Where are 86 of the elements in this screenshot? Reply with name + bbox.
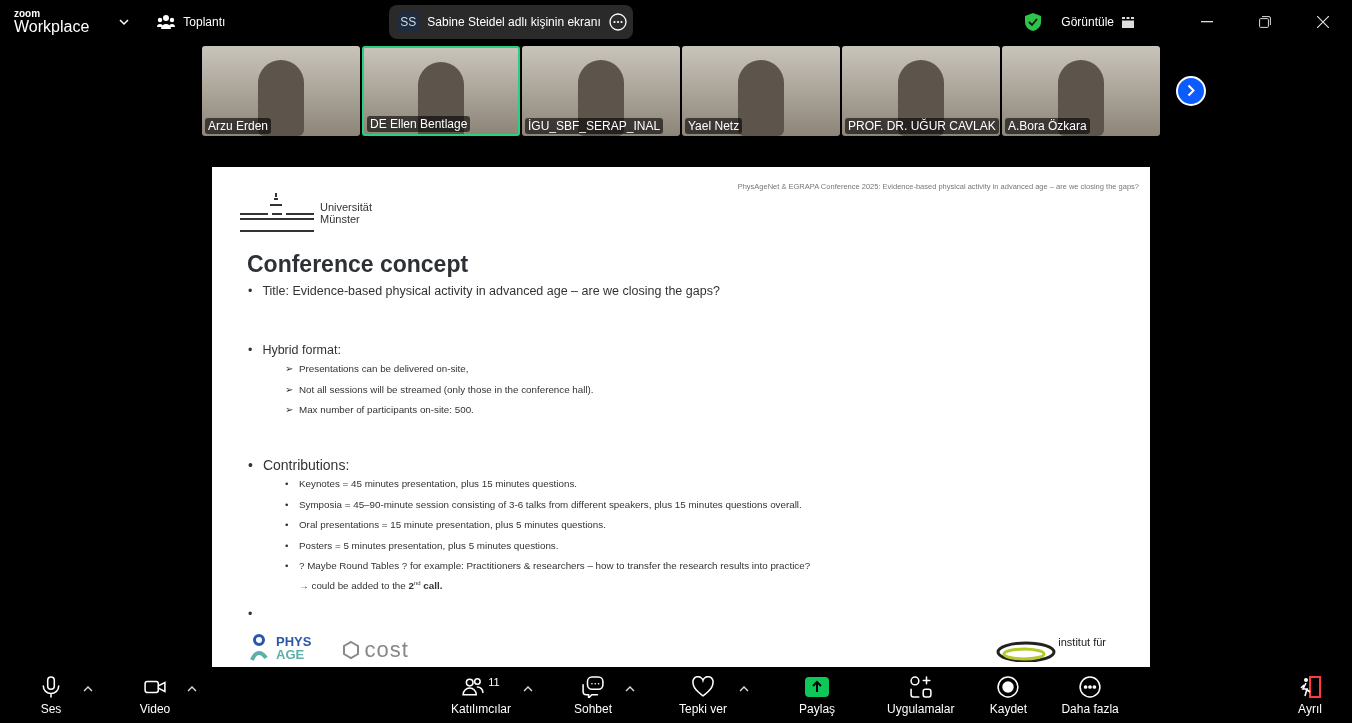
- video-tile[interactable]: Arzu Erden: [202, 45, 360, 136]
- people-icon[interactable]: [157, 14, 176, 30]
- video-tile[interactable]: PROF. DR. UĞUR CAVLAK: [842, 45, 1000, 136]
- bullet-text: Not all sessions will be streamed (only those in the conference hall).: [299, 383, 594, 395]
- toolbar-button[interactable]: Tepki ver: [679, 674, 728, 716]
- toolbar-button[interactable]: Uygulamalar: [887, 674, 955, 716]
- microphone-icon: [40, 675, 62, 698]
- university-logo-icon: [240, 193, 314, 233]
- logo-text: institut für: [1058, 636, 1106, 649]
- toolbar-button[interactable]: Ses: [31, 674, 71, 716]
- university-name: Universität: [320, 201, 372, 213]
- restore-icon[interactable]: [1259, 16, 1271, 28]
- logo-text: Workplace: [14, 19, 90, 35]
- participant-name: DE Ellen Bentlage: [367, 115, 471, 132]
- record-icon: [997, 675, 1020, 698]
- hexagon-logo-icon: [341, 640, 362, 661]
- bullet-marker: •: [285, 539, 290, 552]
- logo-text: cost: [364, 638, 409, 663]
- toolbar-button[interactable]: Sohbet: [573, 674, 613, 716]
- more-icon[interactable]: [608, 13, 627, 31]
- screen-share-pill[interactable]: SS Sabine Steidel adlı kişinin ekranı: [389, 5, 633, 39]
- more-icon: [1079, 675, 1102, 698]
- bullet-marker: •: [248, 457, 253, 473]
- caret-icon[interactable]: [625, 684, 635, 692]
- toolbar-button[interactable]: Daha fazla: [1061, 674, 1119, 716]
- slide-title: Conference concept: [247, 251, 470, 277]
- leave-icon: [1298, 675, 1322, 698]
- caret-icon[interactable]: [523, 684, 533, 692]
- bullet-marker: •: [285, 519, 290, 531]
- logo-text: AGE: [276, 648, 306, 662]
- logo-text: PHYS: [276, 635, 312, 649]
- video-tile[interactable]: DE Ellen Bentlage: [362, 45, 520, 136]
- video-tile[interactable]: Yael Netz: [682, 45, 840, 136]
- apps-icon: [909, 675, 932, 698]
- bullet-marker: •: [285, 560, 290, 573]
- share-icon: [805, 676, 830, 697]
- bullet-marker: •: [285, 498, 290, 511]
- bullet-text: Contributions:: [262, 457, 350, 473]
- caret-icon[interactable]: [739, 684, 750, 692]
- logo-text: zoom: [14, 9, 42, 19]
- participant-name: Yael Netz: [685, 117, 743, 134]
- bullet-note: → could be added to the 2$^{nd}$ call.: [299, 579, 444, 593]
- bullet-marker: •: [248, 283, 253, 299]
- caret-icon[interactable]: [83, 684, 93, 692]
- bullet-text: Hybrid format:: [262, 342, 341, 358]
- bullet-marker: •: [285, 478, 290, 490]
- bullet-marker: ➢: [285, 404, 291, 416]
- heart-icon: [692, 675, 715, 698]
- view-menu-label[interactable]: Görüntüle: [1061, 15, 1114, 29]
- toolbar-button[interactable]: Ayrıl: [1290, 674, 1330, 716]
- chevron-down-icon[interactable]: [119, 18, 130, 26]
- caret-icon[interactable]: [187, 684, 197, 692]
- bullet-text: Keynotes = 45 minutes presentation, plus 15 minutes questions.: [299, 478, 578, 489]
- participant-name: İGU_SBF_SERAP_INAL: [525, 117, 664, 134]
- bullet-text: Max number of participants on-site: 500.: [299, 404, 474, 415]
- video-tile[interactable]: İGU_SBF_SERAP_INAL: [522, 45, 680, 136]
- bullet-marker: ➢: [285, 363, 291, 375]
- chevron-right-icon: [1187, 84, 1195, 97]
- toolbar-button[interactable]: Paylaş: [797, 674, 838, 716]
- next-page-button[interactable]: [1176, 75, 1206, 106]
- bullet-text: ? Maybe Round Tables ? for example: Practitioners & researchers – how to transfer the research results into practice?: [299, 560, 811, 571]
- bullet-marker: •: [248, 342, 253, 358]
- toolbar-button[interactable]: Video: [135, 674, 175, 716]
- avatar-initials: SS: [397, 12, 420, 32]
- bullet-text: Posters = 5 minutes presentation, plus 5 minutes questions.: [299, 539, 559, 551]
- chat-icon: [582, 675, 604, 698]
- participant-name: PROF. DR. UĞUR CAVLAK: [845, 117, 999, 134]
- close-icon[interactable]: [1317, 16, 1329, 28]
- toolbar-button[interactable]: Kaydet: [988, 674, 1029, 716]
- toolbar-button[interactable]: 11 Katılımcılar: [451, 674, 511, 716]
- bullet-text: Symposia = 45–90-minute session consisting of 3-6 talks from different speakers, plus 15 minutes questions overall.: [299, 498, 802, 510]
- bullet-marker: •: [248, 606, 253, 623]
- bullet-text: Presentations can be delivered on-site,: [299, 363, 469, 374]
- shield-icon[interactable]: [1025, 13, 1042, 31]
- bullet-marker: ➢: [285, 383, 291, 396]
- grid-icon[interactable]: [1122, 16, 1134, 28]
- bullet-text: Title: Evidence-based physical activity in advanced age – are we closing the gaps?: [262, 283, 720, 299]
- participant-name: A.Bora Özkara: [1005, 117, 1090, 134]
- university-name: Münster: [320, 213, 361, 225]
- video-tile[interactable]: A.Bora Özkara: [1002, 45, 1160, 136]
- meeting-menu-label[interactable]: Toplantı: [183, 15, 226, 29]
- participants-icon: [462, 675, 485, 698]
- minimize-icon[interactable]: [1201, 21, 1213, 23]
- share-label: Sabine Steidel adlı kişinin ekranı: [427, 15, 601, 29]
- bullet-text: Oral presentations = 15 minute presentation, plus 5 minutes questions.: [299, 519, 606, 530]
- participant-name: Arzu Erden: [205, 117, 272, 134]
